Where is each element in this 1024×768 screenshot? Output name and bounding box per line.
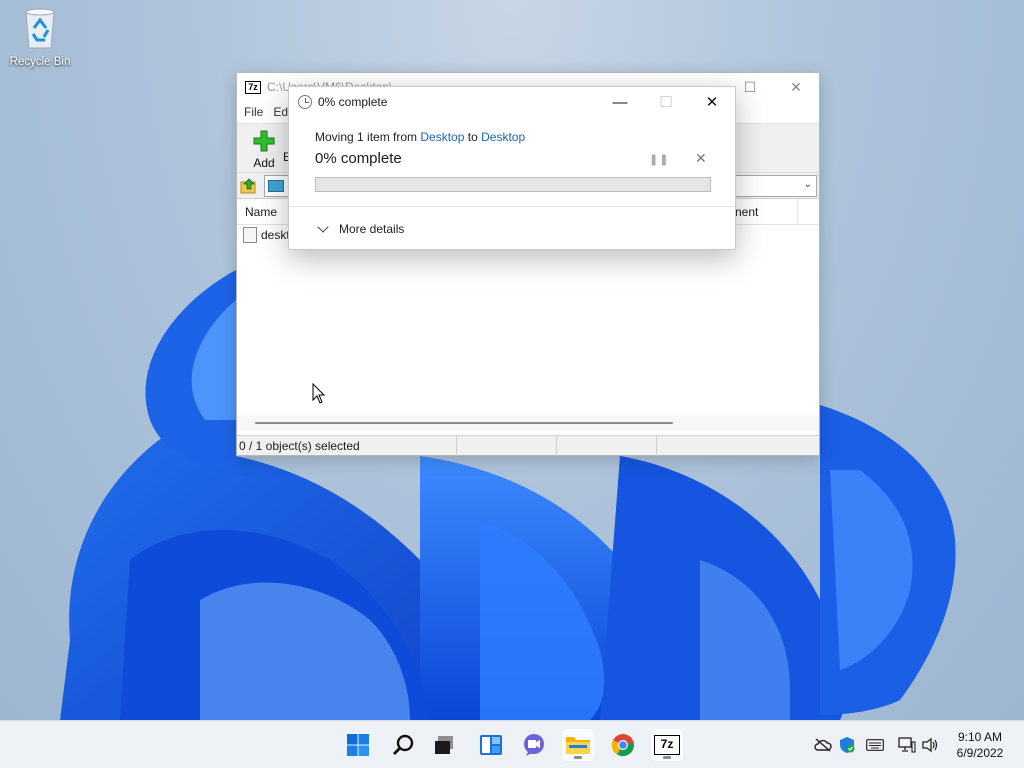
progress-minimize-button[interactable]: — bbox=[597, 87, 643, 117]
cloud-glyph bbox=[814, 738, 832, 752]
file-explorer-icon[interactable] bbox=[562, 729, 594, 761]
column-separator bbox=[797, 199, 798, 225]
windows-logo-icon bbox=[347, 734, 369, 756]
up-folder-icon[interactable] bbox=[240, 177, 258, 195]
menu-edit[interactable]: Ed bbox=[273, 105, 288, 119]
onedrive-offline-icon[interactable] bbox=[813, 735, 833, 755]
clock-icon bbox=[298, 95, 312, 109]
chevron-down-icon[interactable]: ⌄ bbox=[804, 179, 812, 190]
chat-icon[interactable] bbox=[518, 729, 550, 761]
speaker-glyph bbox=[922, 737, 938, 753]
taskbar: 7z 9:10 AM 6/9/2022 bbox=[0, 720, 1024, 768]
more-details-label: More details bbox=[339, 222, 405, 236]
recycle-bin-icon bbox=[25, 8, 55, 49]
task-view-icon[interactable] bbox=[428, 729, 460, 761]
menu-file[interactable]: File bbox=[244, 105, 263, 119]
progress-title: 0% complete bbox=[318, 95, 388, 109]
moving-prefix: Moving 1 item from bbox=[315, 130, 418, 144]
percent-complete-text: 0% complete bbox=[315, 150, 402, 167]
status-cell-3 bbox=[557, 435, 657, 456]
source-link[interactable]: Desktop bbox=[420, 130, 464, 144]
7zip-taskbar-label: 7z bbox=[654, 735, 680, 755]
shield-glyph bbox=[840, 737, 855, 753]
taskbar-clock[interactable]: 9:10 AM 6/9/2022 bbox=[944, 729, 1016, 761]
clock-time: 9:10 AM bbox=[957, 730, 1003, 744]
task-view-glyph bbox=[435, 736, 453, 754]
clock-date: 6/9/2022 bbox=[956, 746, 1004, 760]
zip-statusbar: 0 / 1 object(s) selected bbox=[237, 435, 819, 456]
volume-icon[interactable] bbox=[921, 735, 941, 755]
running-indicator bbox=[663, 756, 671, 759]
progress-bar bbox=[315, 177, 711, 192]
keyboard-glyph bbox=[866, 739, 884, 751]
widgets-glyph bbox=[480, 735, 502, 755]
moving-description: Moving 1 item from Desktop to Desktop bbox=[315, 130, 525, 144]
file-icon bbox=[243, 227, 257, 243]
magnifier-glyph bbox=[393, 734, 414, 755]
to-word: to bbox=[467, 130, 478, 144]
add-button[interactable]: Add bbox=[245, 130, 283, 172]
green-plus-icon bbox=[253, 130, 275, 152]
keyboard-icon[interactable] bbox=[865, 735, 885, 755]
chrome-glyph bbox=[611, 734, 634, 757]
security-icon[interactable] bbox=[837, 735, 857, 755]
search-icon[interactable] bbox=[387, 729, 419, 761]
scrollbar-thumb[interactable] bbox=[255, 422, 673, 424]
drive-icon bbox=[268, 179, 284, 192]
dialog-divider bbox=[289, 206, 735, 207]
folder-glyph bbox=[566, 737, 590, 754]
file-operation-progress-dialog[interactable]: 0% complete — ☐ ✕ Moving 1 item from Des… bbox=[288, 86, 736, 250]
7zip-app-icon: 7z bbox=[245, 80, 261, 94]
chevron-down-icon bbox=[317, 221, 329, 233]
recycle-bin-label: Recycle Bin bbox=[9, 56, 71, 68]
status-cell-2 bbox=[457, 435, 557, 456]
network-icon[interactable] bbox=[897, 735, 917, 755]
cancel-operation-icon[interactable]: ✕ bbox=[695, 150, 707, 167]
destination-link[interactable]: Desktop bbox=[481, 130, 525, 144]
7zip-icon[interactable]: 7z bbox=[651, 729, 683, 761]
horizontal-scrollbar[interactable] bbox=[237, 415, 819, 431]
status-selected: 0 / 1 object(s) selected bbox=[237, 435, 457, 456]
start-icon[interactable] bbox=[342, 729, 374, 761]
add-label: Add bbox=[253, 156, 275, 170]
column-comment[interactable]: nent bbox=[735, 205, 758, 219]
progress-close-button[interactable]: ✕ bbox=[689, 87, 735, 117]
monitor-glyph bbox=[898, 737, 916, 753]
file-name: deskt bbox=[261, 228, 290, 242]
more-details-toggle[interactable]: More details bbox=[317, 221, 405, 236]
teams-chat-glyph bbox=[524, 734, 544, 756]
running-indicator bbox=[574, 756, 582, 759]
progress-window-controls: — ☐ ✕ bbox=[597, 87, 735, 117]
widgets-icon[interactable] bbox=[475, 729, 507, 761]
chrome-icon[interactable] bbox=[607, 729, 639, 761]
progress-maximize-button: ☐ bbox=[659, 94, 673, 111]
close-button[interactable]: ✕ bbox=[773, 73, 819, 101]
recycle-bin-desktop-icon[interactable]: Recycle Bin bbox=[4, 6, 76, 76]
pause-icon[interactable]: ❚❚ bbox=[649, 153, 669, 166]
mouse-cursor-icon bbox=[312, 383, 326, 404]
